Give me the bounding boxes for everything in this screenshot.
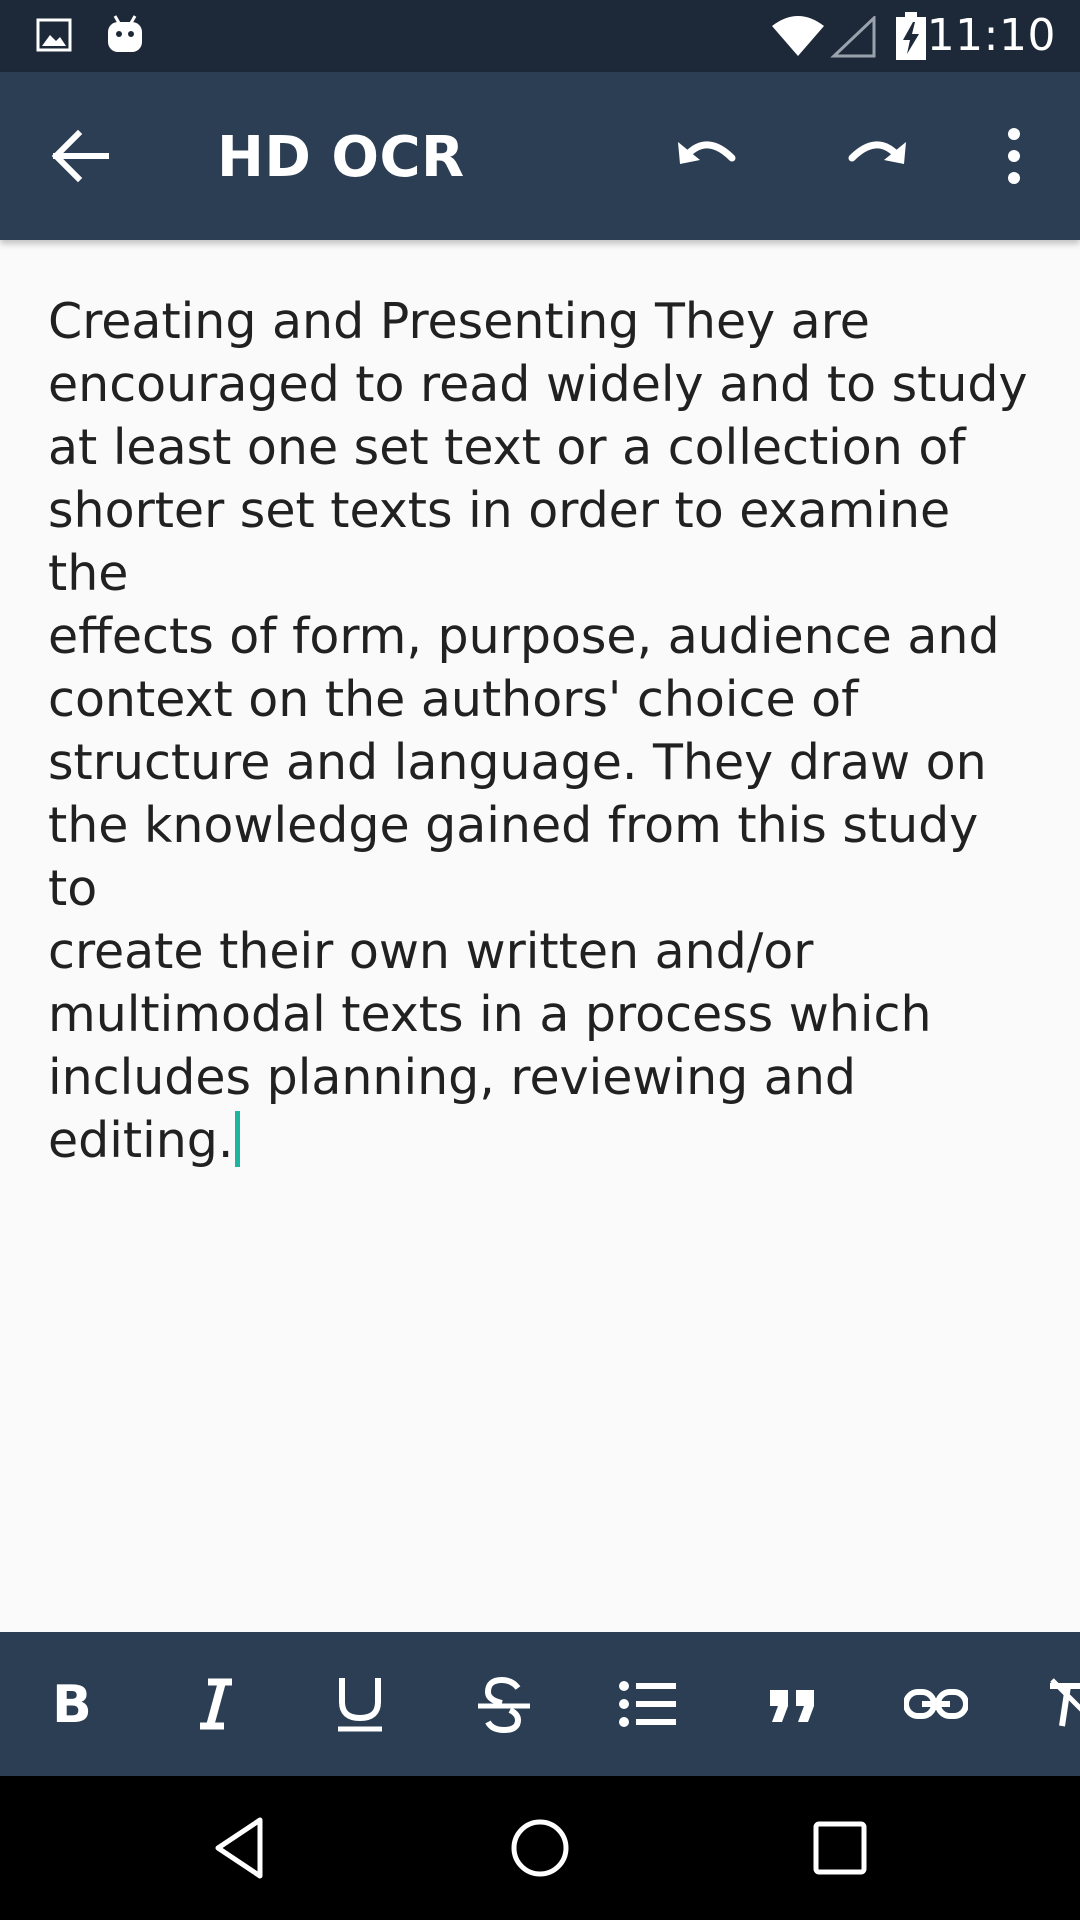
undo-icon[interactable] — [668, 116, 748, 196]
status-time: 11:10 — [926, 10, 1056, 61]
nav-back-icon[interactable] — [204, 1812, 276, 1884]
svg-text:B: B — [52, 1675, 92, 1735]
bold-icon[interactable]: B — [40, 1672, 104, 1736]
quote-icon[interactable] — [760, 1672, 824, 1736]
underline-icon[interactable] — [328, 1672, 392, 1736]
nav-home-icon[interactable] — [504, 1812, 576, 1884]
app-title: HD OCR — [217, 125, 465, 190]
status-bar: 11:10 — [0, 0, 1080, 72]
format-toolbar: B — [0, 1632, 1080, 1776]
nav-recents-icon[interactable] — [804, 1812, 876, 1884]
text-cursor — [235, 1111, 241, 1167]
wifi-icon — [770, 14, 826, 62]
clear-format-icon[interactable] — [1044, 1672, 1080, 1736]
redo-icon[interactable] — [836, 116, 916, 196]
screen: 11:10 HD OCR Creating and Presenting The… — [0, 0, 1080, 1920]
battery-charging-icon — [896, 12, 926, 64]
image-notification-icon — [36, 18, 72, 56]
italic-icon[interactable] — [184, 1672, 248, 1736]
android-notification-icon — [106, 12, 144, 58]
more-vert-icon[interactable] — [990, 116, 1038, 196]
editor-text-content[interactable]: Creating and Presenting They are encoura… — [48, 290, 1038, 1172]
editor-area[interactable]: Creating and Presenting They are encoura… — [0, 240, 1080, 1632]
editor-text: Creating and Presenting They are encoura… — [48, 293, 1028, 1169]
strikethrough-icon[interactable] — [472, 1672, 536, 1736]
back-arrow-icon[interactable] — [40, 116, 120, 196]
link-icon[interactable] — [903, 1672, 969, 1736]
app-bar: HD OCR — [0, 72, 1080, 240]
cell-signal-icon — [830, 14, 876, 62]
navigation-bar — [0, 1776, 1080, 1920]
bulleted-list-icon[interactable] — [616, 1672, 680, 1736]
